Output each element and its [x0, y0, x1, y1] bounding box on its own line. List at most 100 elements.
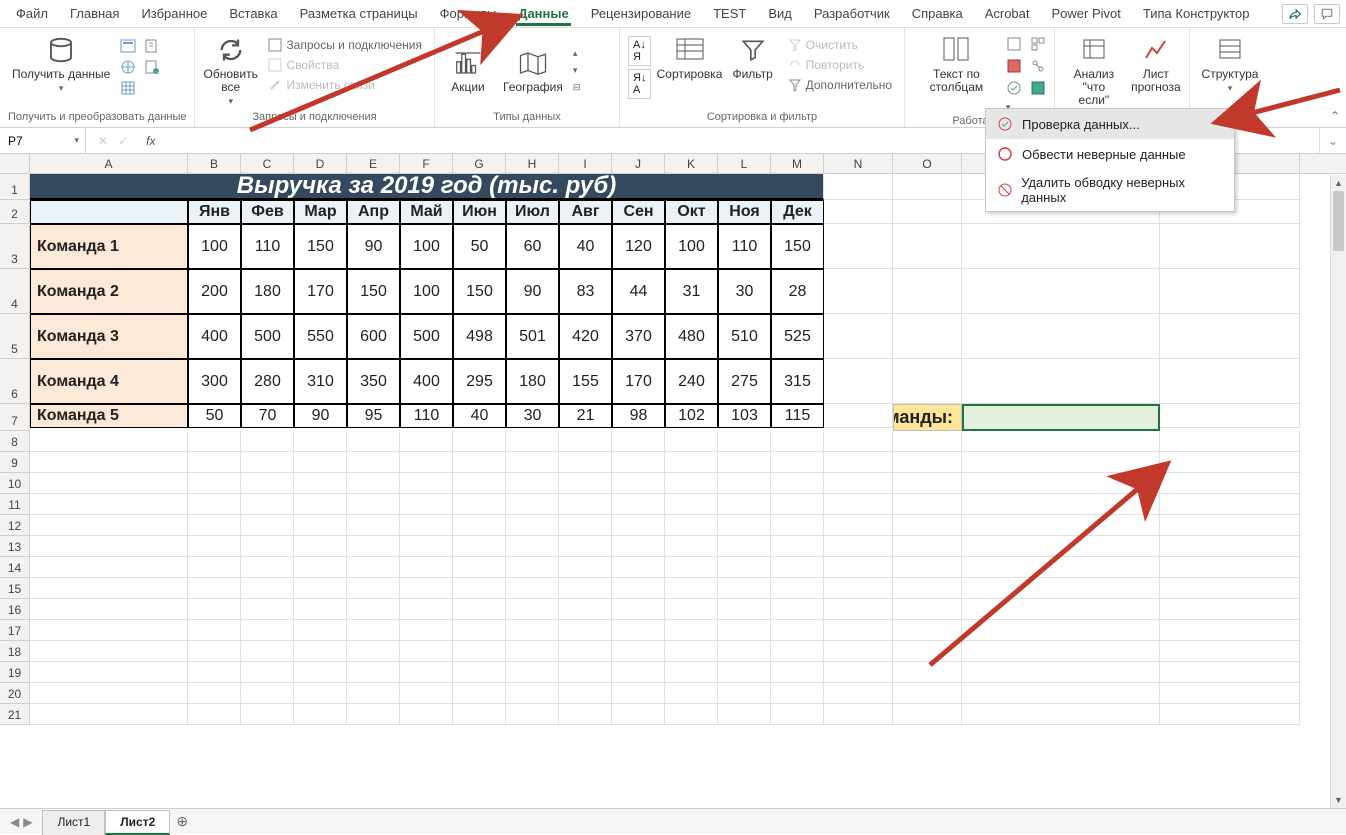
cell[interactable] — [612, 683, 665, 704]
cell[interactable] — [718, 536, 771, 557]
cell[interactable] — [665, 620, 718, 641]
cell[interactable]: 40 — [559, 224, 612, 269]
cell[interactable] — [893, 494, 962, 515]
cell[interactable] — [400, 473, 453, 494]
sheet-prev-icon[interactable]: ◀ — [10, 815, 19, 829]
cell[interactable] — [347, 431, 400, 452]
from-table-icon[interactable] — [120, 80, 138, 99]
cell[interactable] — [188, 578, 241, 599]
advanced-filter-button[interactable]: Дополнительно — [784, 76, 896, 94]
scroll-up-icon[interactable]: ▲ — [1331, 175, 1346, 191]
cell[interactable] — [294, 473, 347, 494]
cell[interactable] — [400, 620, 453, 641]
cell[interactable]: 150 — [294, 224, 347, 269]
cell[interactable] — [30, 473, 188, 494]
tab-разметка страницы[interactable]: Разметка страницы — [290, 2, 428, 25]
sheet-next-icon[interactable]: ▶ — [23, 815, 32, 829]
scroll-down-icon[interactable]: ▾ — [573, 65, 581, 76]
cell[interactable] — [665, 473, 718, 494]
queries-button[interactable]: Запросы и подключения — [264, 36, 426, 54]
cell[interactable] — [962, 515, 1160, 536]
cell[interactable]: 50 — [188, 404, 241, 428]
dd-circle-invalid[interactable]: Обвести неверные данные — [986, 139, 1234, 169]
comments-icon[interactable] — [1314, 4, 1340, 24]
cell[interactable] — [294, 641, 347, 662]
row-header[interactable]: 11 — [0, 494, 30, 515]
cell[interactable]: 420 — [559, 314, 612, 359]
chevron-down-icon[interactable]: ▾ — [74, 135, 79, 146]
cell[interactable] — [400, 683, 453, 704]
sheet-nav[interactable]: ◀ ▶ — [0, 815, 42, 829]
cell[interactable] — [188, 452, 241, 473]
cell[interactable] — [400, 641, 453, 662]
cell[interactable] — [400, 494, 453, 515]
tab-справка[interactable]: Справка — [902, 2, 973, 25]
cell[interactable]: 275 — [718, 359, 771, 404]
cell[interactable] — [1160, 662, 1300, 683]
cell[interactable] — [559, 473, 612, 494]
cell[interactable] — [665, 662, 718, 683]
cell[interactable] — [400, 578, 453, 599]
cell[interactable] — [241, 599, 294, 620]
relationships-icon[interactable] — [1030, 58, 1046, 77]
cell[interactable]: Ноя — [718, 200, 771, 224]
cell[interactable] — [824, 473, 893, 494]
cell[interactable] — [771, 620, 824, 641]
consolidate-icon[interactable] — [1030, 36, 1046, 55]
cell[interactable] — [718, 452, 771, 473]
sheet-tab[interactable]: Лист2 — [105, 810, 170, 835]
col-header[interactable]: G — [453, 154, 506, 173]
cell[interactable] — [559, 494, 612, 515]
cell[interactable] — [559, 431, 612, 452]
cell[interactable]: Мар — [294, 200, 347, 224]
cell[interactable] — [824, 452, 893, 473]
cell[interactable] — [294, 620, 347, 641]
existing-conn-icon[interactable] — [144, 59, 162, 78]
sort-desc-icon[interactable]: Я↓A — [628, 69, 651, 99]
row-header[interactable]: 13 — [0, 536, 30, 557]
cell[interactable] — [1160, 704, 1300, 725]
cell[interactable] — [893, 359, 962, 404]
cell[interactable] — [347, 452, 400, 473]
cell[interactable]: 30 — [718, 269, 771, 314]
cell[interactable]: 180 — [506, 359, 559, 404]
row-header[interactable]: 20 — [0, 683, 30, 704]
cell[interactable]: Май — [400, 200, 453, 224]
cell[interactable]: 510 — [718, 314, 771, 359]
cell[interactable] — [665, 515, 718, 536]
cell[interactable] — [962, 641, 1160, 662]
cell[interactable]: 350 — [347, 359, 400, 404]
cell[interactable] — [824, 557, 893, 578]
cell[interactable] — [347, 473, 400, 494]
cell[interactable]: 50 — [453, 224, 506, 269]
cell[interactable] — [612, 599, 665, 620]
cell[interactable]: Команда 3 — [30, 314, 188, 359]
cell[interactable] — [962, 599, 1160, 620]
tab-test[interactable]: TEST — [703, 2, 756, 25]
cell[interactable] — [962, 431, 1160, 452]
cell[interactable] — [506, 683, 559, 704]
cell[interactable]: Выбор команды: — [893, 404, 962, 431]
cell[interactable] — [771, 557, 824, 578]
cell[interactable] — [824, 200, 893, 224]
cell[interactable]: 95 — [347, 404, 400, 428]
cell[interactable] — [453, 599, 506, 620]
cell[interactable] — [612, 515, 665, 536]
properties-button[interactable]: Свойства — [264, 56, 426, 74]
cell[interactable] — [893, 662, 962, 683]
cell[interactable] — [771, 494, 824, 515]
cell[interactable]: Команда 2 — [30, 269, 188, 314]
cell[interactable] — [453, 452, 506, 473]
cell[interactable]: Команда 4 — [30, 359, 188, 404]
cell[interactable] — [559, 662, 612, 683]
dd-data-validation[interactable]: Проверка данных... — [986, 109, 1234, 139]
col-header[interactable]: J — [612, 154, 665, 173]
cell[interactable] — [665, 557, 718, 578]
cell[interactable]: 90 — [347, 224, 400, 269]
cell[interactable] — [241, 683, 294, 704]
cell[interactable]: Янв — [188, 200, 241, 224]
cell[interactable] — [1160, 224, 1300, 269]
cell[interactable] — [30, 536, 188, 557]
cell[interactable] — [188, 641, 241, 662]
tab-рецензирование[interactable]: Рецензирование — [581, 2, 701, 25]
